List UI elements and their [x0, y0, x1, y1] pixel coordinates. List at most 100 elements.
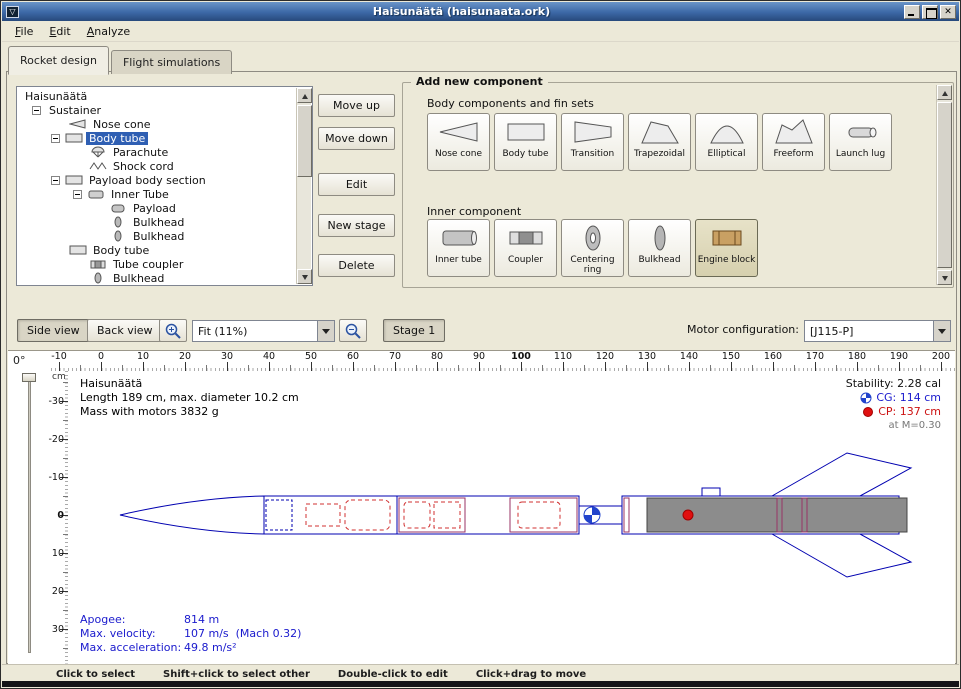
tree-item-sustainer[interactable]: Sustainer	[17, 103, 296, 117]
chevron-down-icon[interactable]	[933, 321, 950, 341]
tree-item-shock-cord[interactable]: Shock cord	[17, 159, 296, 173]
body-tube-shape[interactable]	[264, 496, 397, 534]
component-button-nose-cone[interactable]: Nose cone	[427, 113, 490, 171]
minimize-button[interactable]	[904, 5, 920, 19]
tree-item-body-tube[interactable]: Body tube	[17, 131, 296, 145]
delete-button[interactable]: Delete	[318, 254, 395, 277]
tube-coupler-shape[interactable]	[510, 498, 577, 532]
component-button-trapezoidal-fin[interactable]: Trapezoidal	[628, 113, 691, 171]
chevron-down-icon[interactable]	[317, 321, 334, 341]
move-up-button[interactable]: Move up	[318, 94, 395, 117]
app-icon[interactable]	[6, 6, 19, 18]
new-stage-button[interactable]: New stage	[318, 214, 395, 237]
menu-file[interactable]: File	[7, 22, 41, 41]
scroll-down-icon[interactable]	[297, 269, 312, 284]
centering-ring-shape[interactable]	[624, 498, 629, 532]
tab-rocket-design[interactable]: Rocket design	[8, 46, 109, 75]
component-button-bulkhead[interactable]: Bulkhead	[628, 219, 691, 277]
hint-shift-click: Shift+click to select other	[163, 669, 310, 680]
tree-scrollbar[interactable]	[296, 88, 311, 284]
window-bottom-edge	[2, 681, 959, 687]
scrollbar-thumb[interactable]	[297, 105, 312, 177]
rotation-slider-track[interactable]	[28, 375, 31, 653]
back-view-button[interactable]: Back view	[87, 319, 163, 342]
collapse-icon[interactable]	[73, 190, 82, 199]
centering-ring-icon	[571, 223, 615, 253]
component-tree: Haisunäätä Sustainer Nose cone Body tube	[16, 86, 313, 286]
payload-shape[interactable]	[404, 502, 430, 528]
vertical-ruler: -30 -20 -10 0 10 20 30	[48, 371, 68, 664]
tree-item-payload[interactable]: Payload	[17, 201, 296, 215]
stage-1-button[interactable]: Stage 1	[383, 319, 445, 342]
edit-button[interactable]: Edit	[318, 173, 395, 196]
lower-fin-shape[interactable]	[772, 534, 911, 577]
elliptical-fin-icon	[705, 117, 749, 147]
parachute-shape[interactable]	[345, 500, 390, 530]
close-button[interactable]	[940, 5, 956, 19]
tree-item-bulkhead[interactable]: Bulkhead	[17, 215, 296, 229]
payload-shape[interactable]	[518, 502, 560, 528]
component-button-transition[interactable]: Transition	[561, 113, 624, 171]
component-button-launch-lug[interactable]: Launch lug	[829, 113, 892, 171]
scroll-up-icon[interactable]	[297, 88, 312, 103]
parachute-icon	[89, 146, 107, 158]
menu-analyze[interactable]: Analyze	[79, 22, 138, 41]
nose-cone-shape[interactable]	[120, 496, 264, 534]
scroll-up-icon[interactable]	[937, 85, 952, 100]
component-button-body-tube[interactable]: Body tube	[494, 113, 557, 171]
upper-fin-shape[interactable]	[772, 453, 911, 496]
tree-item-rocket[interactable]: Haisunäätä	[17, 89, 296, 103]
coupler-icon	[89, 258, 107, 270]
bodytube-icon	[65, 174, 83, 186]
tube-coupler-shape[interactable]	[399, 498, 465, 532]
collapse-icon[interactable]	[51, 134, 60, 143]
tab-flight-simulations[interactable]: Flight simulations	[111, 50, 232, 74]
max-velocity-value: 107 m/s (Mach 0.32)	[184, 627, 301, 641]
maximize-button[interactable]	[922, 5, 938, 19]
move-down-button[interactable]: Move down	[318, 127, 395, 150]
component-button-engine-block[interactable]: Engine block	[695, 219, 758, 277]
cg-marker	[584, 507, 600, 523]
tree-item-inner-tube[interactable]: Inner Tube	[17, 187, 296, 201]
title-bar: Haisunäätä (haisunaata.ork)	[2, 2, 959, 21]
nosecone-icon	[437, 117, 481, 147]
shockcord-icon	[89, 160, 107, 172]
tree-item-bulkhead-3[interactable]: Bulkhead	[17, 271, 296, 285]
component-button-centering-ring[interactable]: Centering ring	[561, 219, 624, 277]
selected-tree-item[interactable]: Body tube	[86, 132, 148, 145]
component-button-elliptical-fin[interactable]: Elliptical	[695, 113, 758, 171]
zoom-combo[interactable]: Fit (11%)	[192, 320, 335, 342]
nose-shoulder-shape[interactable]	[266, 500, 292, 530]
collapse-icon[interactable]	[51, 176, 60, 185]
tree-item-body-tube-2[interactable]: Body tube	[17, 243, 296, 257]
cp-marker	[683, 510, 693, 520]
tree-item-bulkhead[interactable]: Bulkhead	[17, 229, 296, 243]
collapse-icon[interactable]	[32, 106, 41, 115]
tree-item-tube-coupler[interactable]: Tube coupler	[17, 257, 296, 271]
tree-item-parachute[interactable]: Parachute	[17, 145, 296, 159]
launch-lug-shape[interactable]	[702, 488, 720, 496]
component-button-inner-tube[interactable]: Inner tube	[427, 219, 490, 277]
bodytube-icon	[69, 244, 87, 256]
tree-item-payload-body-section[interactable]: Payload body section	[17, 173, 296, 187]
zoom-in-button[interactable]	[159, 319, 187, 342]
bulkhead-shape[interactable]	[434, 502, 460, 528]
payload-icon	[109, 202, 127, 214]
freeform-fin-icon	[772, 117, 816, 147]
rotation-slider-handle[interactable]	[22, 373, 36, 382]
scrollbar-thumb[interactable]	[937, 102, 952, 268]
component-button-freeform-fin[interactable]: Freeform	[762, 113, 825, 171]
transition-icon	[571, 117, 615, 147]
motor-configuration-combo[interactable]: [J115-P]	[804, 320, 951, 342]
scroll-down-icon[interactable]	[937, 270, 952, 285]
menu-edit[interactable]: Edit	[41, 22, 78, 41]
mach-condition: at M=0.30	[846, 419, 941, 433]
add-panel-scrollbar[interactable]	[936, 85, 951, 285]
shock-cord-shape[interactable]	[306, 504, 340, 526]
apogee-label: Apogee:	[80, 613, 184, 627]
tree-item-nose-cone[interactable]: Nose cone	[17, 117, 296, 131]
bodytube-icon	[65, 132, 83, 144]
component-button-coupler[interactable]: Coupler	[494, 219, 557, 277]
zoom-out-button[interactable]	[339, 319, 367, 342]
side-view-button[interactable]: Side view	[17, 319, 90, 342]
